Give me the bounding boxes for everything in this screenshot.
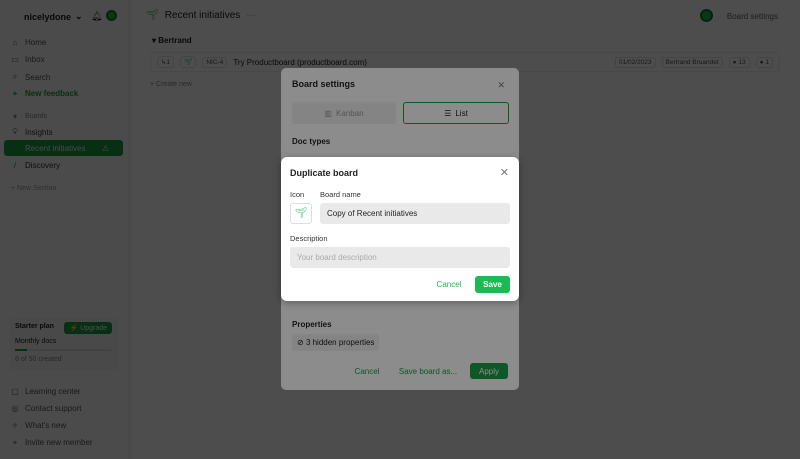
cancel-button[interactable]: Cancel: [431, 276, 467, 293]
sprout-icon: 🌱︎: [294, 208, 308, 219]
board-name-label: Board name: [320, 190, 361, 199]
duplicate-board-modal: Duplicate board ✕ Icon Board name 🌱︎ Cop…: [281, 157, 519, 301]
close-icon[interactable]: ✕: [500, 166, 509, 179]
board-name-input[interactable]: Copy of Recent initiatives: [320, 203, 510, 224]
icon-label: Icon: [290, 190, 305, 199]
modal-title: Duplicate board: [290, 168, 359, 178]
description-input[interactable]: Your board description: [290, 247, 510, 268]
icon-picker[interactable]: 🌱︎: [290, 203, 312, 224]
save-button[interactable]: Save: [475, 276, 510, 293]
description-label: Description: [290, 234, 328, 243]
